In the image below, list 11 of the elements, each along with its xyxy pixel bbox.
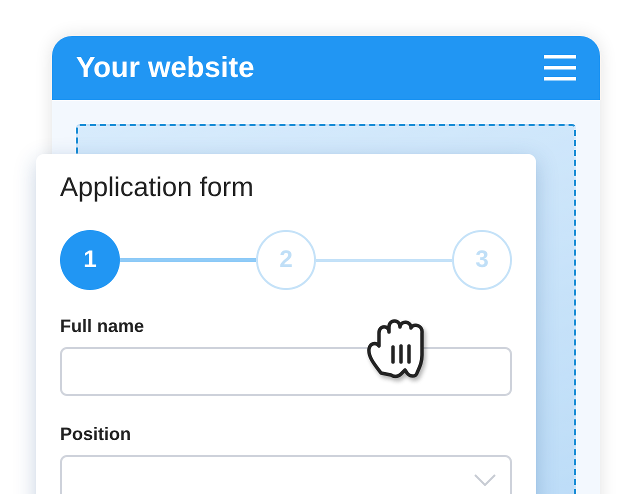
site-title: Your website	[76, 52, 254, 84]
field-label: Position	[60, 424, 132, 445]
step-circle[interactable]: 3	[452, 230, 512, 290]
step-circle[interactable]: 1	[60, 230, 120, 290]
select-field[interactable]	[60, 455, 512, 494]
field-label: Full name	[60, 316, 146, 337]
chevron-down-icon	[474, 474, 496, 486]
step-circle[interactable]: 2	[256, 230, 316, 290]
text-field[interactable]	[60, 347, 512, 396]
menu-icon[interactable]	[544, 55, 576, 81]
form-title: Application form	[60, 171, 255, 204]
